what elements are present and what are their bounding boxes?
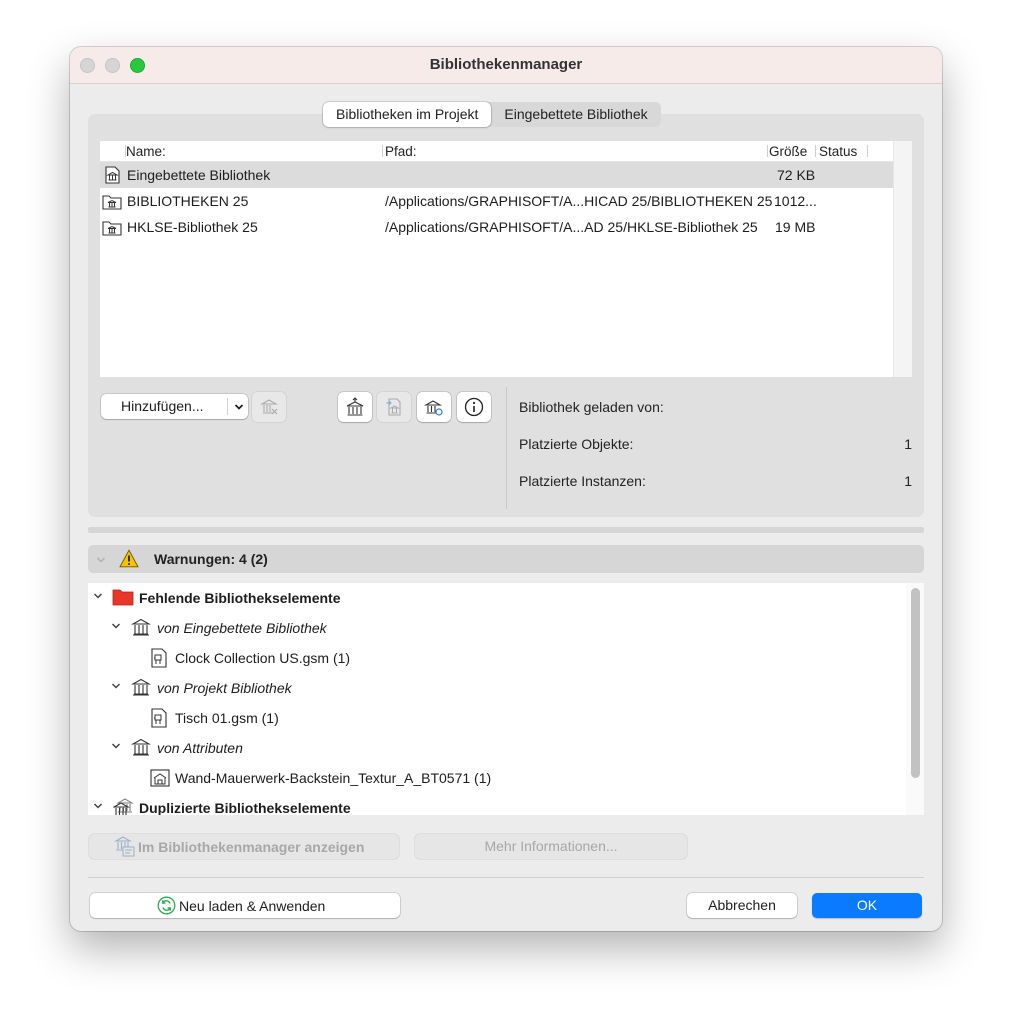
column-separator <box>382 145 383 157</box>
column-header-name[interactable]: Name: <box>126 144 166 159</box>
window-title: Bibliothekenmanager <box>429 56 583 73</box>
table-header: Name: Pfad: Größe Status <box>100 141 894 162</box>
info-button[interactable] <box>457 392 491 422</box>
tree-item[interactable]: Duplizierte Bibliothekselemente <box>88 793 904 815</box>
tree-item[interactable]: Tisch 01.gsm (1) <box>88 703 904 733</box>
title-bar: Bibliothekenmanager <box>70 47 942 84</box>
folder-library-icon <box>102 195 122 210</box>
column-separator <box>867 145 868 157</box>
library-path: /Applications/GRAPHISOFT/A...AD 25/HKLSE… <box>385 219 758 235</box>
library-loaded-from-label: Bibliothek geladen von: <box>519 399 664 415</box>
column-separator <box>767 145 768 157</box>
warning-icon <box>119 549 139 568</box>
tab-embedded-library[interactable]: Eingebettete Bibliothek <box>491 102 660 127</box>
placed-objects-label: Platzierte Objekte: <box>519 436 634 452</box>
texture-file-icon <box>150 769 170 787</box>
chevron-down-icon[interactable] <box>111 681 121 691</box>
tree-item-label: von Attributen <box>157 740 243 756</box>
column-header-path[interactable]: Pfad: <box>385 144 417 159</box>
folder-library-icon <box>102 221 122 236</box>
tab-libraries-in-project[interactable]: Bibliotheken im Projekt <box>323 102 492 127</box>
library-name: HKLSE-Bibliothek 25 <box>127 219 258 235</box>
library-import-icon <box>386 398 401 416</box>
add-library-label: Hinzufügen... <box>121 398 204 414</box>
tree-item[interactable]: von Projekt Bibliothek <box>88 673 904 703</box>
tree-item-label: Clock Collection US.gsm (1) <box>175 650 351 666</box>
tree-item[interactable]: Fehlende Bibliothekselemente <box>88 583 904 613</box>
placed-objects-value: 1 <box>904 436 912 452</box>
ok-button[interactable]: OK <box>812 893 922 918</box>
table-row[interactable]: BIBLIOTHEKEN 25 /Applications/GRAPHISOFT… <box>100 188 894 214</box>
tree-item-label: Duplizierte Bibliothekselemente <box>139 800 351 815</box>
tree-item[interactable]: von Eingebettete Bibliothek <box>88 613 904 643</box>
library-import-button[interactable] <box>377 392 411 422</box>
library-path: /Applications/GRAPHISOFT/A...HICAD 25/BI… <box>385 193 773 209</box>
info-icon <box>464 397 484 417</box>
tree-item[interactable]: Wand-Mauerwerk-Backstein_Textur_A_BT0571… <box>88 763 904 793</box>
tree-item-label: Wand-Mauerwerk-Backstein_Textur_A_BT0571… <box>175 770 492 786</box>
library-icon <box>131 738 151 756</box>
column-header-status[interactable]: Status <box>819 144 857 159</box>
library-size: 72 KB <box>777 167 816 183</box>
add-library-popup-button[interactable]: Hinzufügen... <box>101 394 248 419</box>
library-icon <box>131 678 151 696</box>
placed-instances-value: 1 <box>904 473 912 489</box>
table-scrollbar[interactable] <box>893 141 912 377</box>
embedded-library-icon <box>105 166 120 184</box>
chevron-down-icon[interactable] <box>111 621 121 631</box>
placed-instances-label: Platzierte Instanzen: <box>519 473 646 489</box>
red-folder-icon <box>112 589 134 606</box>
library-export-button[interactable] <box>338 392 372 422</box>
tree-scrollbar[interactable] <box>906 583 924 815</box>
library-manager-window: Bibliothekenmanager Bibliotheken im Proj… <box>70 47 942 931</box>
reload-apply-label: Neu laden & Anwenden <box>179 898 326 914</box>
library-table: Name: Pfad: Größe Status Eingebettete Bi… <box>100 141 912 377</box>
library-icon <box>131 618 151 636</box>
cancel-button[interactable]: Abbrechen <box>687 893 797 918</box>
warnings-header[interactable]: Warnungen: 4 (2) <box>88 545 924 573</box>
chevron-down-icon[interactable] <box>93 801 103 811</box>
chevron-down-icon <box>234 404 244 410</box>
popup-separator <box>227 398 228 415</box>
panel-splitter[interactable] <box>88 527 924 533</box>
tree-item-label: Tisch 01.gsm (1) <box>175 710 279 726</box>
library-size: 1012... <box>774 193 817 209</box>
column-separator <box>815 145 816 157</box>
chevron-down-icon[interactable] <box>111 741 121 751</box>
object-file-icon <box>151 708 167 728</box>
tab-bar: Bibliotheken im Projekt Eingebettete Bib… <box>323 102 661 127</box>
library-name: Eingebettete Bibliothek <box>127 167 271 183</box>
tree-item[interactable]: Clock Collection US.gsm (1) <box>88 643 904 673</box>
more-information-button[interactable]: Mehr Informationen... <box>415 834 687 859</box>
warnings-title: Warnungen: 4 (2) <box>154 551 268 567</box>
library-settings-button[interactable] <box>417 392 451 422</box>
library-size: 19 MB <box>775 219 816 235</box>
info-divider <box>506 387 507 509</box>
duplicate-library-icon <box>113 798 134 815</box>
library-settings-icon <box>424 400 443 416</box>
bottom-separator <box>88 877 924 878</box>
tree-item-label: von Eingebettete Bibliothek <box>157 620 327 636</box>
chevron-down-icon[interactable] <box>96 555 106 565</box>
library-name: BIBLIOTHEKEN 25 <box>127 193 249 209</box>
reload-apply-button[interactable]: Neu laden & Anwenden <box>90 893 400 918</box>
reload-icon <box>157 896 176 915</box>
show-in-manager-icon <box>114 836 135 857</box>
tree-item-label: von Projekt Bibliothek <box>157 680 292 696</box>
tree-scrollbar-thumb[interactable] <box>911 588 920 778</box>
object-file-icon <box>151 648 167 668</box>
tree-item[interactable]: von Attributen <box>88 733 904 763</box>
tree-item-label: Fehlende Bibliothekselemente <box>139 590 341 606</box>
column-header-size[interactable]: Größe <box>769 144 807 159</box>
chevron-down-icon[interactable] <box>93 591 103 601</box>
show-in-manager-label: Im Bibliothekenmanager anzeigen <box>138 839 365 855</box>
remove-library-button[interactable] <box>252 392 286 422</box>
library-export-icon <box>346 397 364 416</box>
remove-library-icon <box>259 399 279 415</box>
show-in-library-manager-button[interactable]: Im Bibliothekenmanager anzeigen <box>89 834 399 859</box>
warnings-tree: Fehlende Bibliothekselemente von Eingebe… <box>88 583 924 815</box>
table-row[interactable]: HKLSE-Bibliothek 25 /Applications/GRAPHI… <box>100 214 894 240</box>
table-row[interactable]: Eingebettete Bibliothek 72 KB <box>100 162 894 188</box>
